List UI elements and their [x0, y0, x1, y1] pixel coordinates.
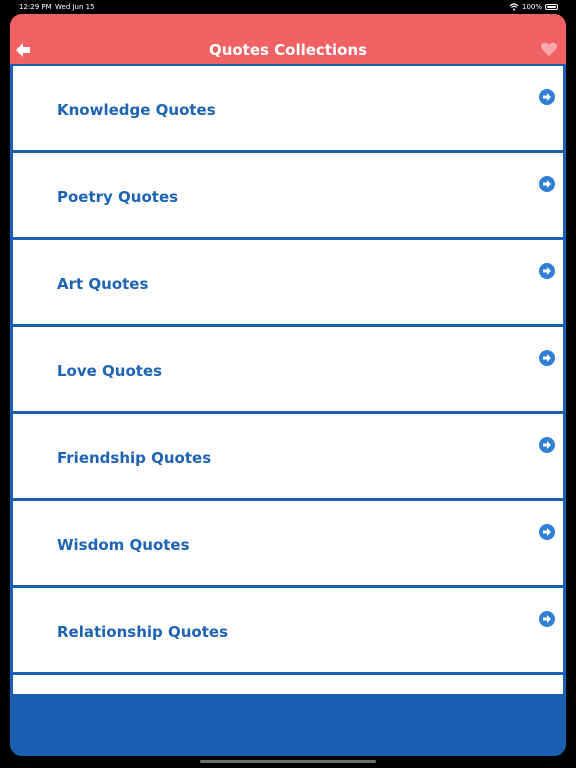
home-indicator[interactable]	[200, 760, 376, 763]
list-item-partial[interactable]	[13, 675, 563, 694]
circle-arrow-right-icon	[539, 437, 555, 453]
list-item-label: Relationship Quotes	[57, 623, 228, 641]
list-item-relationship-quotes[interactable]: Relationship Quotes	[13, 588, 563, 672]
circle-arrow-right-icon	[539, 89, 555, 105]
list-item-knowledge-quotes[interactable]: Knowledge Quotes	[13, 66, 563, 150]
list-item-label: Friendship Quotes	[57, 449, 212, 467]
list-item-label: Love Quotes	[57, 362, 163, 380]
status-date: Wed Jun 15	[55, 3, 95, 11]
wifi-icon	[509, 3, 519, 11]
battery-icon	[545, 4, 558, 10]
status-time: 12:29 PM	[19, 3, 52, 11]
circle-arrow-right-icon	[539, 611, 555, 627]
nav-bar: Quotes Collections	[10, 14, 566, 64]
list-item-label: Art Quotes	[57, 275, 149, 293]
status-indicators: 100%	[509, 0, 558, 14]
circle-arrow-right-icon	[539, 176, 555, 192]
list-item-art-quotes[interactable]: Art Quotes	[13, 240, 563, 324]
circle-arrow-right-icon	[539, 350, 555, 366]
battery-percentage: 100%	[521, 3, 542, 11]
circle-arrow-right-icon	[539, 263, 555, 279]
app-window: Quotes Collections Knowledge Quotes Poet…	[10, 14, 566, 756]
list-item-wisdom-quotes[interactable]: Wisdom Quotes	[13, 501, 563, 585]
circle-arrow-right-icon	[539, 524, 555, 540]
list-item-label: Poetry Quotes	[57, 188, 179, 206]
quotes-list: Knowledge Quotes Poetry Quotes Art Quote…	[10, 64, 566, 696]
list-item-label: Wisdom Quotes	[57, 536, 190, 554]
list-item-love-quotes[interactable]: Love Quotes	[13, 327, 563, 411]
list-item-label: Knowledge Quotes	[57, 101, 216, 119]
list-item-poetry-quotes[interactable]: Poetry Quotes	[13, 153, 563, 237]
heart-icon[interactable]	[540, 41, 558, 57]
status-bar: 12:29 PM Wed Jun 15 100%	[0, 0, 576, 14]
bottom-panel	[10, 697, 566, 756]
page-title: Quotes Collections	[208, 41, 368, 59]
list-item-friendship-quotes[interactable]: Friendship Quotes	[13, 414, 563, 498]
